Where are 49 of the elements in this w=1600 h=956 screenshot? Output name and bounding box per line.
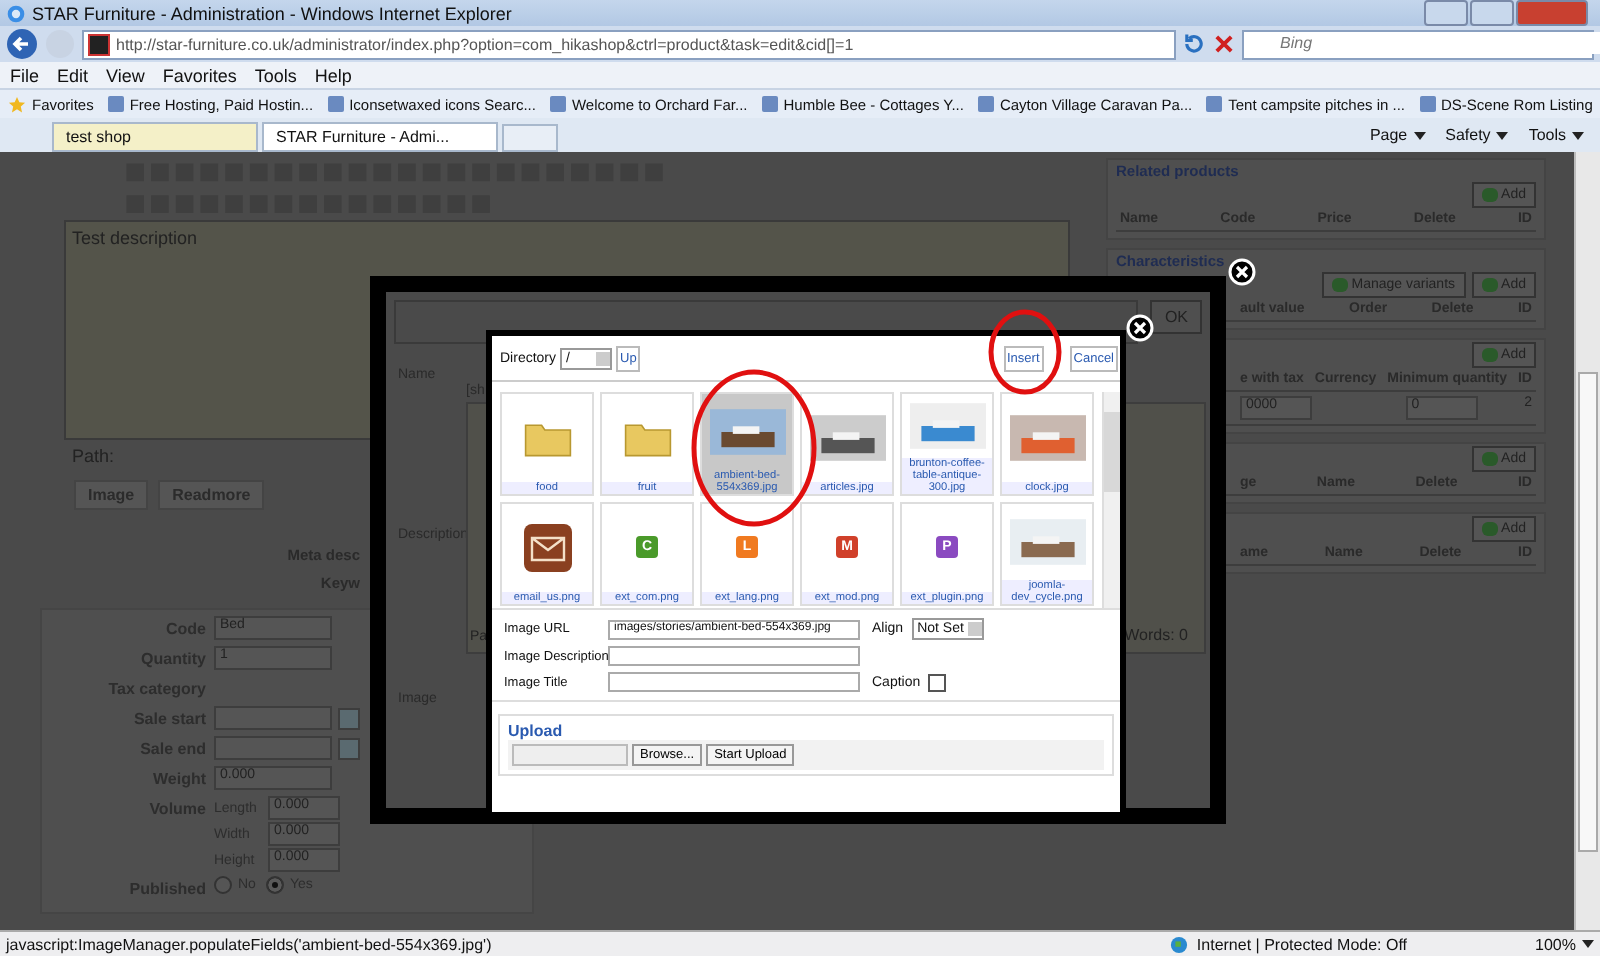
security-zone: Internet | Protected Mode: Off (1196, 935, 1408, 953)
browser-tab[interactable]: STAR Furniture - Admi... (262, 122, 498, 152)
caption-checkbox[interactable] (928, 673, 947, 691)
dropdown-arrow-icon (1413, 131, 1426, 139)
search-field[interactable]: Bing (1242, 29, 1594, 59)
radio-button[interactable] (214, 876, 232, 894)
browser-logo-icon (6, 3, 26, 23)
menu-item[interactable]: Tools (254, 65, 297, 85)
menu-item[interactable]: Favorites (162, 65, 237, 85)
annotation-circle (988, 308, 1062, 396)
close-icon[interactable] (1126, 314, 1154, 342)
dropdown-arrow-icon (1496, 131, 1509, 139)
command-menu[interactable]: Tools (1528, 126, 1584, 144)
input-field[interactable] (608, 646, 860, 666)
input-field[interactable] (214, 736, 332, 760)
close-button[interactable] (1516, 0, 1588, 26)
browser-tab[interactable]: test shop (52, 122, 258, 152)
close-icon[interactable] (1228, 258, 1256, 286)
menu-item[interactable]: Help (314, 65, 352, 85)
refresh-icon[interactable] (1182, 32, 1206, 56)
menu-item[interactable]: Edit (57, 65, 89, 85)
file-field[interactable] (512, 744, 628, 766)
calendar-icon[interactable] (338, 737, 360, 759)
status-text: javascript:ImageManager.populateFields('ambient-bed-554x369.jpg') (6, 935, 492, 953)
address-bar[interactable]: http://star-furniture.co.uk/administrator/index.php?option=com_hikashop&ctrl=product&task=edit&cid[]=1 (82, 29, 1176, 59)
dropdown-arrow-icon (1572, 131, 1584, 139)
menu-item[interactable]: View (106, 65, 145, 85)
menu-item[interactable]: File (10, 65, 40, 85)
back-button[interactable] (6, 28, 38, 60)
maximize-button[interactable] (1470, 0, 1514, 26)
globe-icon (1170, 935, 1189, 953)
command-menu[interactable]: Page (1369, 126, 1426, 144)
stop-icon[interactable] (1212, 32, 1236, 56)
zoom-level[interactable]: 100% (1535, 935, 1594, 953)
scrollbar[interactable] (1102, 392, 1120, 608)
command-menu[interactable]: Safety (1445, 126, 1509, 144)
star-icon (8, 95, 26, 113)
radio-button[interactable] (265, 876, 284, 894)
minimize-button[interactable] (1424, 0, 1468, 26)
input-field[interactable] (608, 672, 860, 692)
site-icon (88, 33, 110, 55)
dropdown-arrow-icon (1582, 940, 1594, 948)
calendar-icon[interactable] (338, 707, 360, 729)
window-title: STAR Furniture - Administration - Windows Internet Explorer (32, 3, 512, 23)
new-tab-button[interactable] (502, 124, 558, 152)
input-field[interactable] (214, 706, 332, 730)
envelope-icon (521, 521, 573, 574)
scrollbar[interactable] (1574, 152, 1600, 930)
upload-legend: Upload (508, 722, 563, 740)
